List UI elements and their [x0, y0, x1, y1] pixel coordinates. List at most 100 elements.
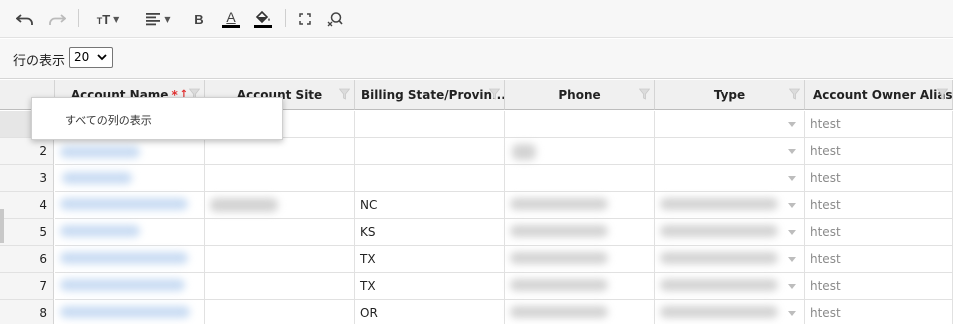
chevron-down-icon: [97, 54, 107, 61]
cell-phone[interactable]: [505, 111, 655, 138]
toolbar-separator: [285, 9, 286, 27]
redacted-text: [660, 279, 778, 291]
redacted-text: [60, 252, 188, 264]
redacted-text: [60, 306, 190, 318]
show-all-columns-item[interactable]: すべての列の表示: [65, 112, 152, 128]
column-label: Type: [713, 87, 746, 102]
cell-owner-alias[interactable]: htest: [805, 111, 953, 138]
redo-button[interactable]: [46, 7, 68, 31]
cell-billing-state[interactable]: OR: [355, 300, 505, 324]
zoom-reset-button[interactable]: [324, 7, 346, 31]
chevron-down-icon[interactable]: [788, 284, 796, 289]
cell-type[interactable]: [655, 138, 805, 165]
redo-icon: [49, 14, 66, 25]
font-color-button[interactable]: A: [220, 7, 242, 31]
toolbar-separator: [78, 9, 79, 27]
chevron-down-icon[interactable]: [788, 230, 796, 235]
filter-icon[interactable]: [789, 88, 800, 100]
column-label: Billing State/Provin...: [361, 87, 505, 102]
cell-owner-alias[interactable]: htest: [805, 300, 953, 324]
cell-billing-state[interactable]: [355, 165, 505, 192]
cell-account-site[interactable]: [205, 219, 355, 246]
zoom-reset-icon: [327, 12, 343, 27]
font-color-label: A: [226, 9, 236, 25]
chevron-down-icon: ▼: [113, 14, 120, 24]
chevron-down-icon[interactable]: [788, 257, 796, 262]
row-number[interactable]: 8: [0, 300, 54, 324]
column-header-type[interactable]: Type: [655, 80, 805, 110]
column-header-billing-state[interactable]: Billing State/Provin...: [355, 80, 505, 110]
rows-label: 行の表示: [13, 54, 66, 69]
redacted-text: [60, 279, 185, 291]
redacted-text: [210, 198, 278, 212]
rows-bar: 行の表示 20: [0, 39, 953, 79]
chevron-down-icon[interactable]: [788, 149, 796, 154]
fill-color-icon: [255, 10, 270, 24]
cell-account-site[interactable]: [205, 246, 355, 273]
column-label: Phone: [558, 87, 601, 102]
font-size-button[interactable]: TT ▼: [90, 7, 126, 31]
cell-billing-state[interactable]: NC: [355, 192, 505, 219]
cell-billing-state[interactable]: TX: [355, 246, 505, 273]
cell-account-site[interactable]: [205, 138, 355, 165]
column-context-menu: すべての列の表示: [31, 97, 283, 140]
redacted-text: [510, 225, 608, 237]
cell-billing-state[interactable]: TX: [355, 273, 505, 300]
cell-billing-state[interactable]: KS: [355, 219, 505, 246]
spreadsheet-view: TT ▼ ▼ B A 行の表示 20 Account Name * ↑ Acco…: [0, 0, 953, 324]
filter-icon[interactable]: [339, 88, 350, 100]
chevron-down-icon[interactable]: [788, 176, 796, 181]
row-number[interactable]: 2: [0, 138, 54, 165]
chevron-down-icon: ▼: [164, 14, 171, 24]
undo-icon: [16, 14, 33, 25]
cell-type[interactable]: [655, 165, 805, 192]
filter-icon[interactable]: [937, 88, 948, 100]
row-number[interactable]: 6: [0, 246, 54, 273]
fit-columns-icon: [299, 13, 311, 25]
redacted-text: [60, 198, 188, 210]
chevron-down-icon[interactable]: [788, 203, 796, 208]
chevron-down-icon[interactable]: [788, 122, 796, 127]
redacted-text: [510, 252, 608, 264]
bold-button[interactable]: B: [190, 7, 208, 31]
rows-per-page-value: 20: [74, 50, 90, 64]
toolbar: TT ▼ ▼ B A: [0, 0, 953, 38]
redacted-text: [660, 225, 778, 237]
row-number[interactable]: 5: [0, 219, 54, 246]
cell-owner-alias[interactable]: htest: [805, 138, 953, 165]
cell-owner-alias[interactable]: htest: [805, 192, 953, 219]
cell-phone[interactable]: [505, 165, 655, 192]
redacted-text: [60, 225, 140, 237]
row-number[interactable]: 4: [0, 192, 54, 219]
cell-account-site[interactable]: [205, 273, 355, 300]
fit-columns-button[interactable]: [296, 7, 314, 31]
cell-owner-alias[interactable]: htest: [805, 246, 953, 273]
redacted-text: [510, 279, 608, 291]
row-number[interactable]: 7: [0, 273, 54, 300]
column-header-phone[interactable]: Phone: [505, 80, 655, 110]
filter-icon[interactable]: [489, 88, 500, 100]
redacted-text: [660, 198, 778, 210]
cell-type[interactable]: [655, 111, 805, 138]
cell-account-site[interactable]: [205, 300, 355, 324]
redacted-text: [660, 306, 778, 318]
cell-owner-alias[interactable]: htest: [805, 165, 953, 192]
redacted-text: [62, 172, 132, 184]
cell-owner-alias[interactable]: htest: [805, 219, 953, 246]
row-number[interactable]: 3: [0, 165, 54, 192]
fill-color-button[interactable]: [252, 7, 274, 31]
rows-per-page-select[interactable]: 20: [69, 47, 113, 68]
cell-account-site[interactable]: [205, 165, 355, 192]
filter-icon[interactable]: [639, 88, 650, 100]
chevron-down-icon[interactable]: [788, 311, 796, 316]
column-header-account-owner-alias[interactable]: Account Owner Alias: [805, 80, 953, 110]
align-button[interactable]: ▼: [140, 7, 176, 31]
fill-color-bar: [254, 25, 272, 28]
cell-billing-state[interactable]: [355, 138, 505, 165]
undo-button[interactable]: [14, 7, 36, 31]
cell-owner-alias[interactable]: htest: [805, 273, 953, 300]
cell-billing-state[interactable]: [355, 111, 505, 138]
font-size-icon: TT: [96, 11, 111, 27]
column-label: Account Owner Alias: [813, 87, 953, 102]
side-handle[interactable]: [0, 209, 4, 243]
